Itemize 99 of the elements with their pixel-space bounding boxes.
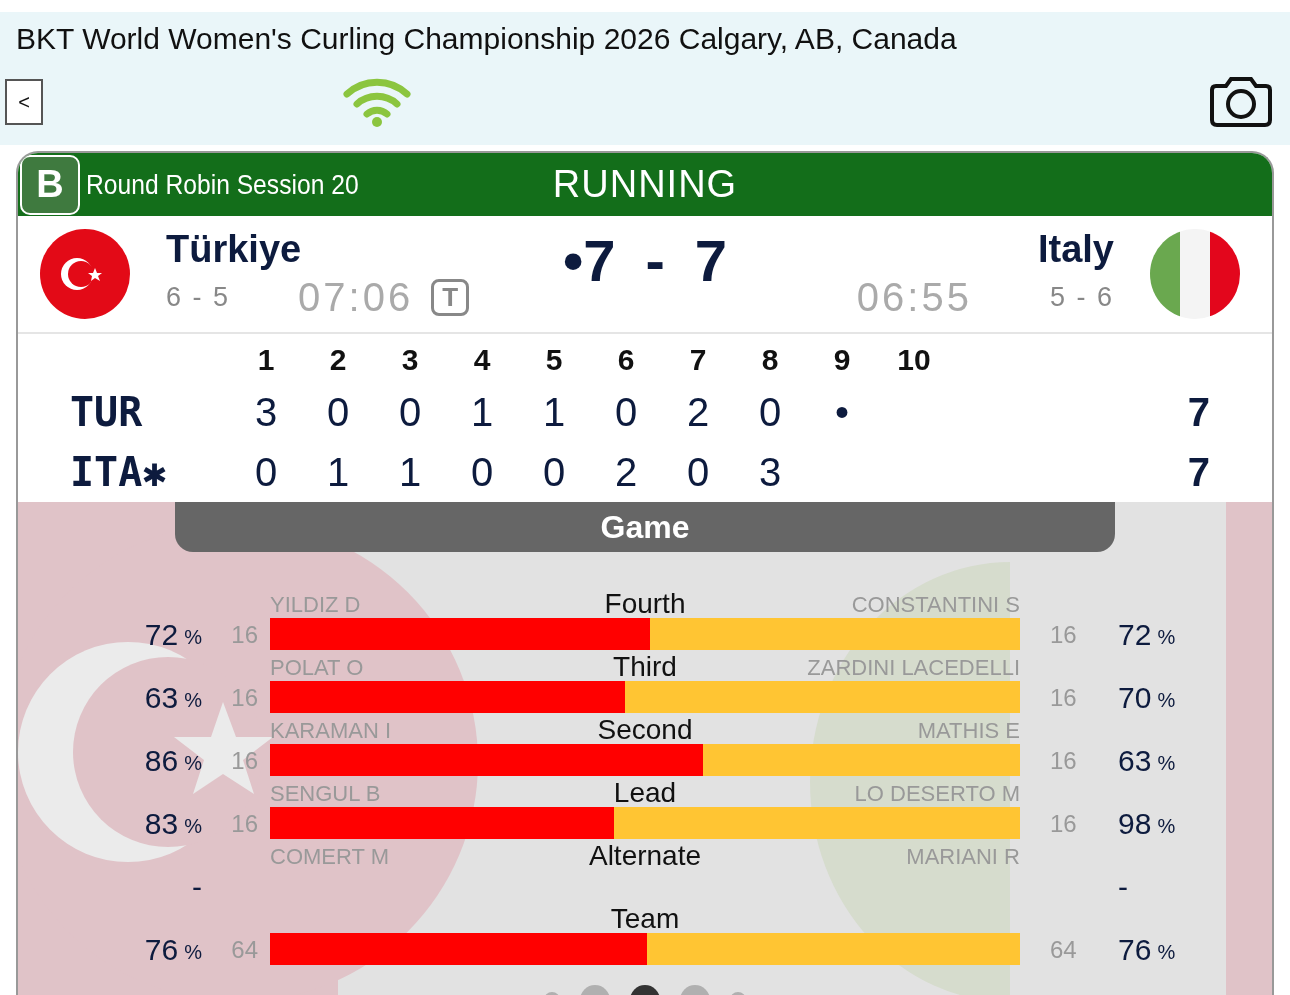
score-separator: - (645, 226, 665, 294)
position-label: Fourth (604, 588, 686, 620)
end-score: 0 (469, 449, 495, 495)
game-status: RUNNING (552, 163, 738, 206)
percent-sign: % (1157, 626, 1176, 649)
player-name: COMERT M (270, 844, 389, 870)
shot-count: 16 (1049, 682, 1078, 713)
shot-count: 16 (1049, 745, 1078, 776)
shot-count: 16 (1049, 619, 1078, 650)
end-score: 1 (325, 449, 351, 495)
end-number: 8 (760, 343, 780, 377)
percentage: - (1118, 869, 1128, 904)
end-score: 3 (757, 449, 783, 495)
percentage: 72 (1118, 617, 1152, 652)
percentage: 86 (144, 743, 179, 778)
wifi-icon (343, 76, 411, 128)
end-score: 0 (613, 389, 639, 435)
game-clock: 06:55 (856, 275, 972, 320)
percent-sign: % (184, 752, 202, 775)
percent-sign: % (1157, 752, 1176, 775)
end-score: 0 (325, 389, 351, 435)
percent-sign: % (184, 626, 202, 649)
page-title: BKT World Women's Curling Championship 2026 Calgary, AB, Canada (15, 22, 958, 56)
player-name: MATHIS E (917, 718, 1020, 744)
end-number: 4 (472, 343, 492, 377)
end-score: 1 (541, 389, 567, 435)
percentage: 63 (144, 680, 179, 715)
team-record: 5 - 6 (1049, 282, 1114, 313)
percentage: 76 (1118, 932, 1152, 967)
end-score: 2 (685, 389, 711, 435)
session-label: Round Robin Session 20 (86, 168, 359, 201)
team-name: Italy (1037, 228, 1114, 271)
end-score: 0 (253, 449, 279, 495)
end-score: 1 (469, 389, 495, 435)
shot-count: 16 (230, 682, 259, 713)
end-number: 1 (256, 343, 276, 377)
shot-count: 16 (230, 619, 259, 650)
percent-sign: % (184, 689, 202, 712)
team-name: Türkiye (166, 228, 302, 271)
position-label: Second (597, 714, 693, 746)
timeout-badge: T (431, 279, 470, 316)
player-name: SENGUL B (270, 781, 381, 807)
team-abbreviation: ITA✱ (69, 449, 168, 495)
percent-sign: % (184, 941, 202, 964)
position-label: Lead (613, 777, 677, 809)
end-score: • (834, 389, 850, 435)
player-name: CONSTANTINI S (851, 592, 1020, 618)
player-name: MARIANI R (906, 844, 1020, 870)
end-number: 6 (616, 343, 636, 377)
percentage: 63 (1118, 743, 1152, 778)
end-number: 7 (688, 343, 708, 377)
player-name: POLAT O (270, 655, 364, 681)
percent-sign: % (184, 815, 202, 838)
percentage: 72 (144, 617, 179, 652)
end-number: 9 (832, 343, 852, 377)
home-score: •7 (562, 226, 616, 294)
end-score: 0 (757, 389, 783, 435)
position-label: Alternate (588, 840, 702, 872)
position-label: Team (610, 903, 680, 935)
percent-sign: % (1157, 689, 1176, 712)
percentage: - (192, 869, 202, 904)
player-name: YILDIZ D (270, 592, 361, 618)
percentage: 70 (1118, 680, 1152, 715)
percent-sign: % (1157, 941, 1176, 964)
percentage: 83 (144, 806, 179, 841)
player-name: ZARDINI LACEDELLI (807, 655, 1020, 681)
shot-count: 64 (1049, 934, 1078, 965)
total-score: 7 (1186, 449, 1211, 495)
end-number: 10 (896, 343, 932, 377)
end-score: 1 (397, 449, 423, 495)
end-score: 3 (253, 389, 279, 435)
shot-count: 16 (230, 808, 259, 839)
end-number: 2 (328, 343, 348, 377)
percent-sign: % (1157, 815, 1176, 838)
back-button[interactable]: < (5, 79, 43, 125)
end-score: 2 (613, 449, 639, 495)
end-number: 3 (400, 343, 420, 377)
away-score: 7 (694, 226, 728, 294)
game-tab[interactable]: Game (175, 502, 1115, 552)
player-name: LO DESERTO M (854, 781, 1020, 807)
shot-count: 16 (230, 745, 259, 776)
team-abbreviation: TUR (69, 389, 144, 435)
end-score: 0 (541, 449, 567, 495)
camera-icon[interactable] (1208, 76, 1274, 128)
percentage: 98 (1118, 806, 1152, 841)
percentage: 76 (144, 932, 179, 967)
end-score: 0 (685, 449, 711, 495)
total-score: 7 (1186, 389, 1211, 435)
end-number: 5 (544, 343, 564, 377)
game-clock: 07:06 (298, 275, 414, 320)
team-record: 6 - 5 (166, 282, 231, 313)
shot-count: 16 (1049, 808, 1078, 839)
end-score: 0 (397, 389, 423, 435)
tricolour-flag-icon (1150, 229, 1240, 319)
shot-count: 64 (230, 934, 259, 965)
position-label: Third (613, 651, 677, 683)
player-name: KARAMAN I (270, 718, 392, 744)
crescent-flag-icon (40, 229, 130, 319)
sheet-badge: B (20, 154, 80, 215)
